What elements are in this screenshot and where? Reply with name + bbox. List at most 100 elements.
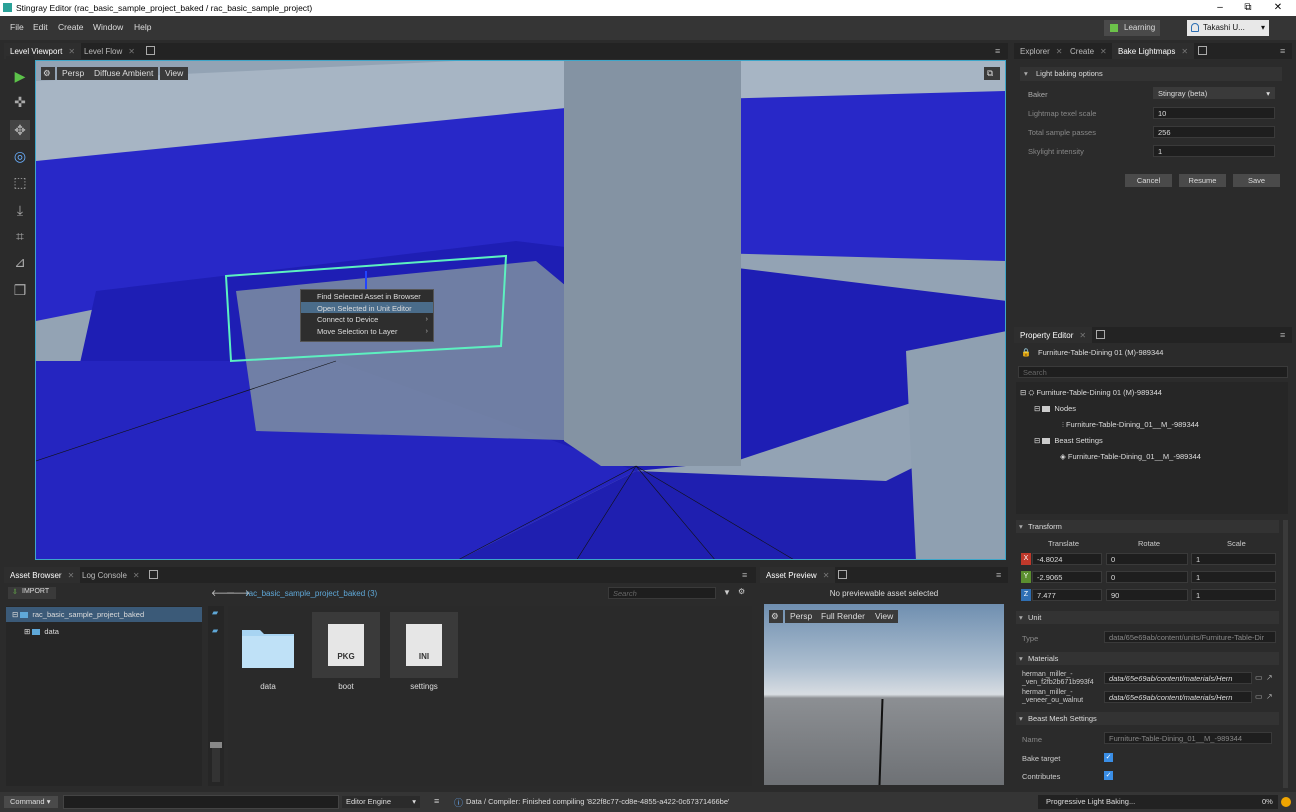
folder-open-icon[interactable]: ▭ (1255, 673, 1263, 682)
preview-render[interactable]: ⚙ Persp Full Render View (764, 604, 1004, 785)
move-icon[interactable]: ✥ (10, 120, 30, 140)
zoom-slider[interactable] (210, 742, 222, 782)
external-link-icon[interactable]: ↗ (1266, 673, 1273, 682)
breadcrumb[interactable]: rac_basic_sample_project_baked (3) (246, 589, 377, 598)
asset-item-settings[interactable]: INI (390, 612, 458, 678)
rotate-z-input[interactable]: 90 (1106, 589, 1188, 601)
tree-beast-settings[interactable]: ⊟ Beast Settings (1034, 436, 1103, 445)
resume-button[interactable]: Resume (1179, 174, 1226, 187)
sample-passes-input[interactable]: 256 (1153, 126, 1275, 138)
close-icon[interactable]: ✕ (128, 47, 135, 56)
translate-z-input[interactable]: 7.477 (1032, 589, 1102, 601)
save-button[interactable]: Save (1233, 174, 1280, 187)
add-tab-icon[interactable] (1198, 46, 1207, 55)
add-tab-icon[interactable] (1096, 330, 1105, 339)
asset-item-boot[interactable]: PKG (312, 612, 380, 678)
close-icon[interactable]: ✕ (1056, 47, 1063, 56)
learning-button[interactable]: Learning (1104, 20, 1160, 36)
gear-icon[interactable]: ⚙ (41, 67, 55, 80)
gear-icon[interactable]: ⚙ (769, 610, 783, 623)
menu-help[interactable]: Help (134, 22, 151, 32)
ctx-move-layer[interactable]: Move Selection to Layer › (301, 325, 433, 337)
skylight-input[interactable]: 1 (1153, 145, 1275, 157)
texel-scale-input[interactable]: 10 (1153, 107, 1275, 119)
tab-property-editor[interactable]: Property Editor ✕ (1014, 327, 1093, 343)
import-button[interactable]: ⇩ IMPORT (8, 587, 56, 599)
add-tab-icon[interactable] (146, 46, 155, 55)
tab-log-console[interactable]: Log Console ✕ (76, 567, 146, 583)
menu-icon[interactable]: ≡ (996, 570, 1001, 580)
external-link-icon[interactable]: ↗ (1266, 692, 1273, 701)
translate-x-input[interactable]: -4.8024 (1032, 553, 1102, 565)
persp-button[interactable]: Persp (57, 67, 90, 80)
tree-node-item[interactable]: ⫶ Furniture-Table-Dining_01__M_-989344 (1062, 420, 1199, 430)
zoom-slider-handle[interactable] (210, 742, 222, 748)
tree-root[interactable]: ⊟ ⛭ Furniture-Table-Dining 01 (M)-989344 (1020, 388, 1162, 398)
bake-target-checkbox[interactable]: ✓ (1104, 753, 1113, 762)
unit-header[interactable]: Unit (1016, 611, 1279, 624)
cubes-icon[interactable]: ❒ (10, 280, 30, 300)
maximize-viewport-icon[interactable]: ⧉ (984, 67, 1000, 80)
folder-root[interactable]: ⊟ rac_basic_sample_project_baked (6, 607, 202, 622)
ctx-connect-device[interactable]: Connect to Device › (301, 313, 433, 325)
close-icon[interactable]: ✕ (1100, 47, 1107, 56)
lock-icon[interactable]: 🔒 (1021, 348, 1031, 357)
log-list-icon[interactable]: ≡ (434, 796, 439, 806)
add-tab-icon[interactable] (149, 570, 158, 579)
place-icon[interactable]: ⤓ (10, 200, 30, 220)
tab-bake-lightmaps[interactable]: Bake Lightmaps ✕ (1112, 43, 1195, 59)
transform-header[interactable]: Transform (1016, 520, 1279, 533)
rotate-y-input[interactable]: 0 (1106, 571, 1188, 583)
ctx-open-unit-editor[interactable]: Open Selected in Unit Editor (301, 301, 433, 313)
tab-asset-preview[interactable]: Asset Preview ✕ (760, 567, 836, 583)
close-icon[interactable]: ✕ (133, 571, 140, 580)
full-render-button[interactable]: Full Render (816, 610, 870, 623)
menu-window[interactable]: Window (93, 22, 123, 32)
view-button[interactable]: View (160, 67, 189, 80)
property-search-input[interactable]: Search (1018, 366, 1288, 378)
tree-beast-item[interactable]: ◈ Furniture-Table-Dining_01__M_-989344 (1060, 452, 1201, 461)
level-viewport[interactable]: ⚙ Persp Diffuse Ambient View ⧉ (35, 60, 1006, 560)
close-button[interactable]: ✕ (1264, 1, 1292, 15)
ctx-find-asset[interactable]: Find Selected Asset in Browser (301, 290, 433, 302)
property-scrollbar[interactable] (1283, 520, 1288, 788)
snap-icon[interactable]: ⌗ (10, 226, 30, 246)
menu-icon[interactable]: ≡ (1280, 330, 1285, 340)
gear-icon[interactable]: ⚙ (738, 587, 745, 596)
scale-icon[interactable]: ⬚ (10, 172, 30, 192)
menu-file[interactable]: File (10, 22, 24, 32)
materials-header[interactable]: Materials (1016, 652, 1279, 665)
tab-asset-browser[interactable]: Asset Browser ✕ (4, 567, 81, 583)
close-icon[interactable]: ✕ (68, 571, 75, 580)
add-tab-icon[interactable] (838, 570, 847, 579)
rotate-icon[interactable]: ◎ (10, 146, 30, 166)
maximize-button[interactable]: ⧉ (1234, 1, 1262, 15)
material-1-input[interactable]: data/65e69ab/content/materials/Hern (1104, 672, 1252, 684)
menu-icon[interactable]: ≡ (995, 46, 1000, 56)
tab-level-flow[interactable]: Level Flow ✕ (78, 43, 141, 59)
contributes-checkbox[interactable]: ✓ (1104, 771, 1113, 780)
add-folder-icon[interactable]: ▰ (212, 626, 218, 635)
tab-explorer[interactable]: Explorer ✕ (1014, 43, 1069, 59)
tab-create[interactable]: Create ✕ (1064, 43, 1113, 59)
command-input[interactable] (63, 795, 339, 809)
rotate-x-input[interactable]: 0 (1106, 553, 1188, 565)
scale-x-input[interactable]: 1 (1191, 553, 1276, 565)
menu-edit[interactable]: Edit (33, 22, 48, 32)
filter-icon[interactable]: ▼ (723, 588, 731, 597)
stop-baking-icon[interactable] (1281, 797, 1291, 807)
preview-persp-button[interactable]: Persp (785, 610, 818, 623)
engine-dropdown[interactable]: Editor Engine ▾ (342, 796, 420, 808)
minimize-button[interactable]: – (1206, 1, 1234, 15)
folder-icon[interactable]: ▰ (212, 608, 218, 617)
user-menu[interactable]: Takashi U... ▾ (1187, 20, 1269, 36)
scale-y-input[interactable]: 1 (1191, 571, 1276, 583)
play-icon[interactable]: ▶ (10, 66, 30, 86)
close-icon[interactable]: ✕ (1079, 331, 1086, 340)
menu-create[interactable]: Create (58, 22, 84, 32)
close-icon[interactable]: ✕ (823, 571, 830, 580)
translate-y-input[interactable]: -2.9065 (1032, 571, 1102, 583)
light-baking-header[interactable]: ▾ Light baking options (1020, 67, 1282, 81)
beast-mesh-header[interactable]: Beast Mesh Settings (1016, 712, 1279, 725)
ruler-icon[interactable]: ⊿ (10, 252, 30, 272)
